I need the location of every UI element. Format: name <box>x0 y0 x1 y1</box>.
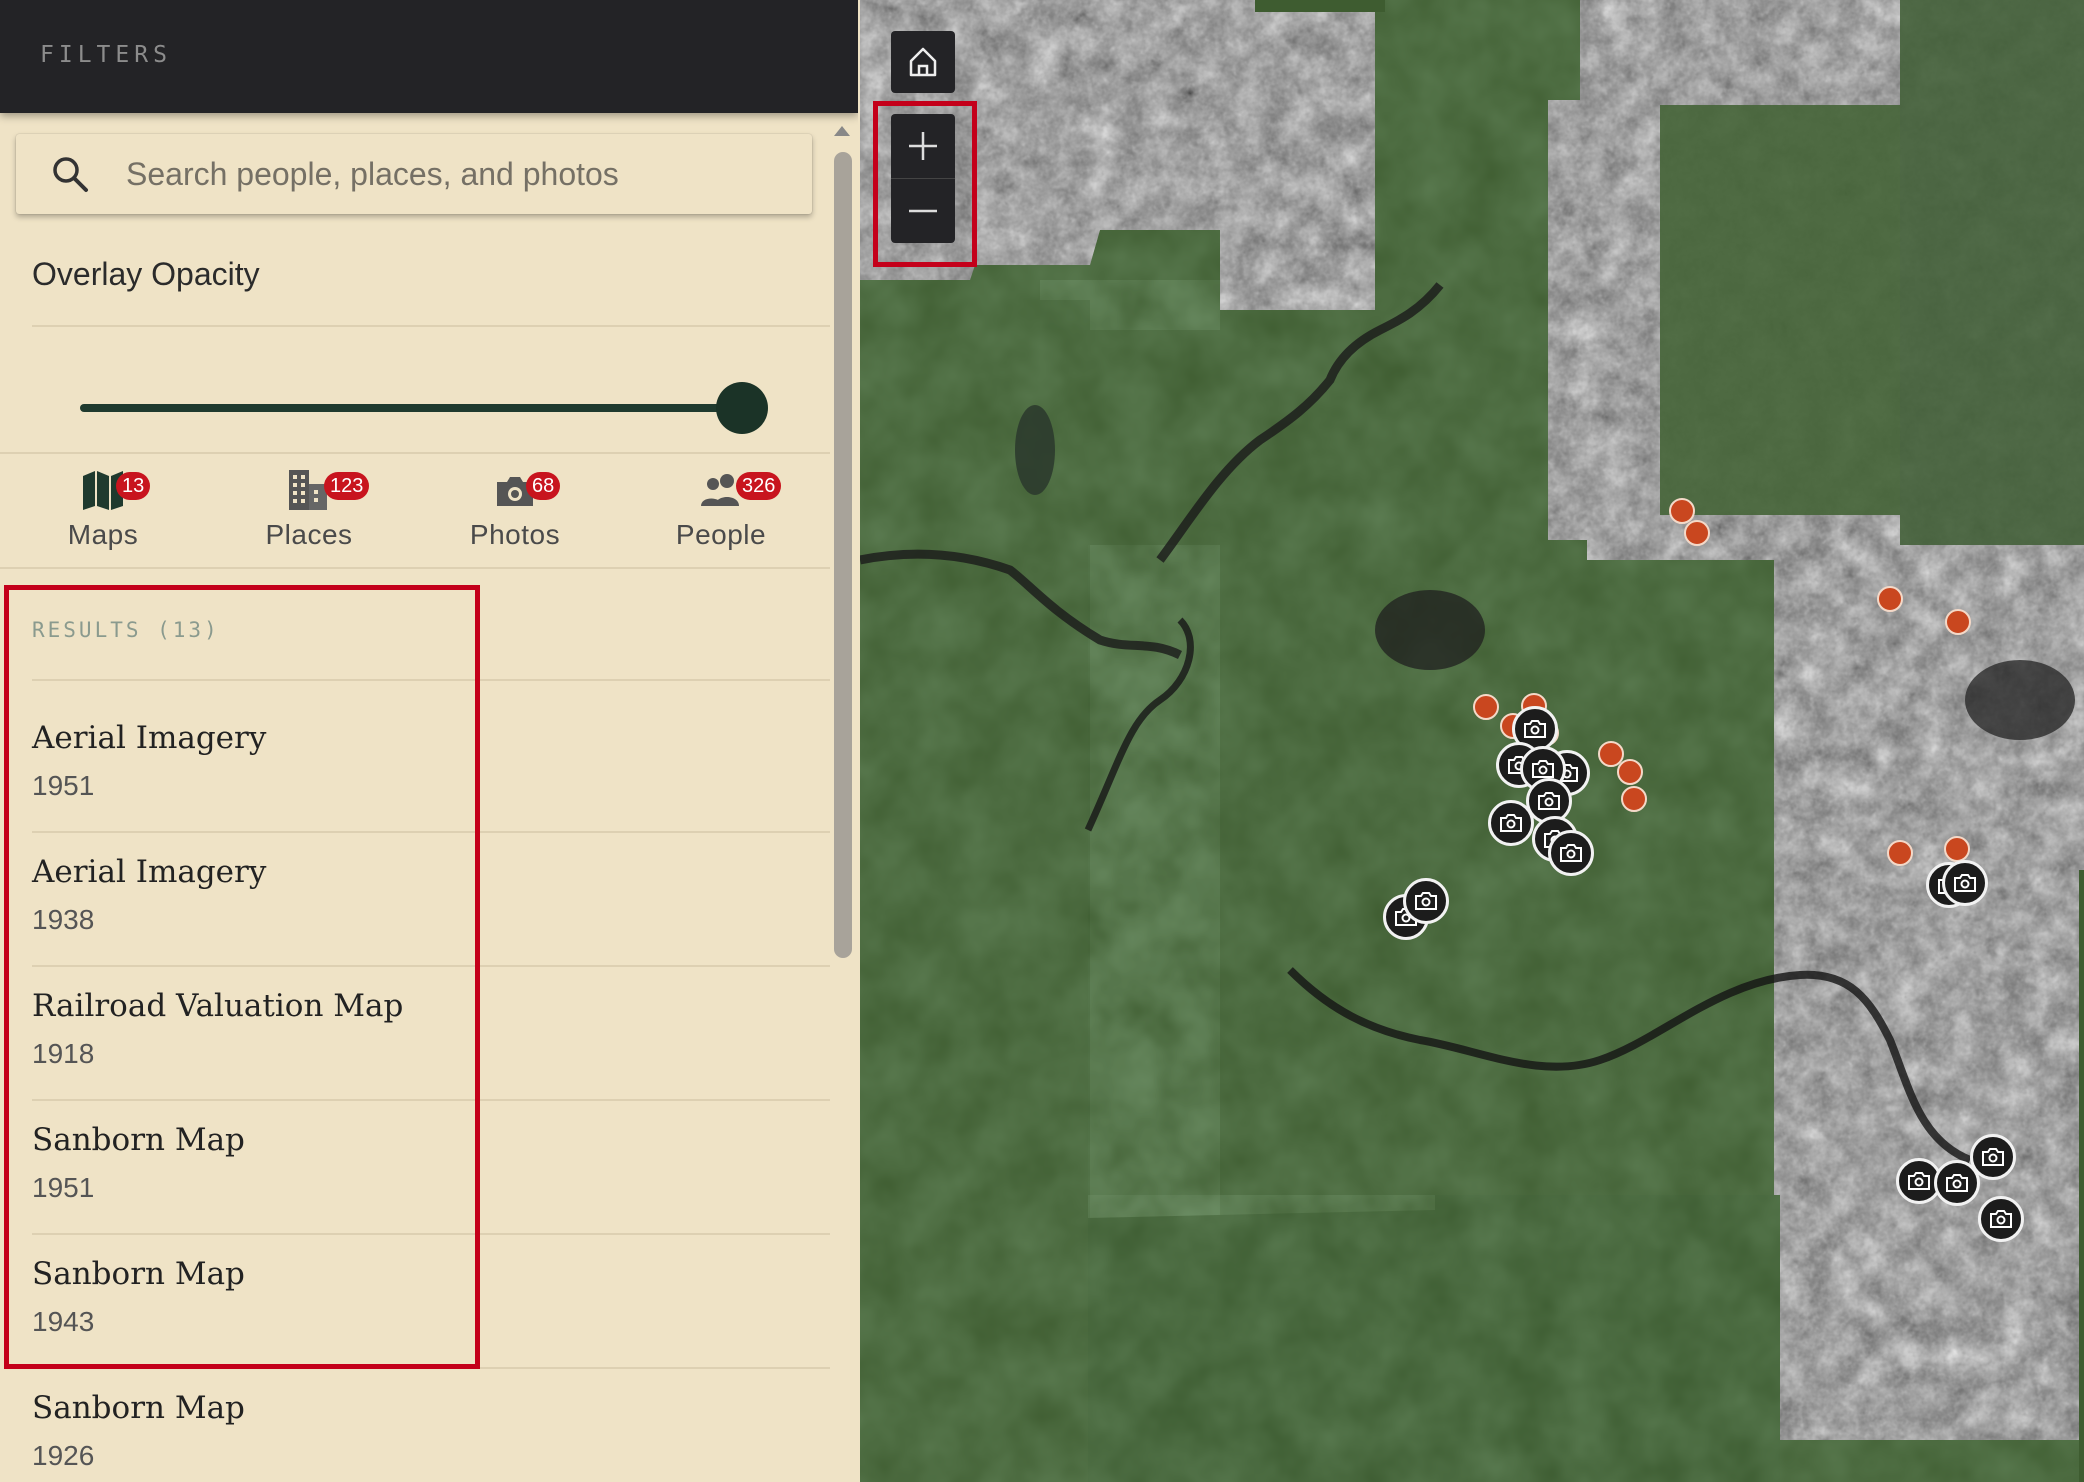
place-marker[interactable] <box>1621 786 1647 812</box>
tab-maps-label: Maps <box>67 519 139 550</box>
camera-icon <box>1524 720 1546 738</box>
photo-marker[interactable] <box>1934 1160 1980 1206</box>
sidebar-header: FILTERS <box>0 0 858 113</box>
photo-marker[interactable] <box>1403 878 1449 924</box>
camera-icon <box>1982 1148 2004 1166</box>
map-view[interactable] <box>860 0 2084 1482</box>
tab-photos-count: 68 <box>526 472 561 500</box>
search-box[interactable] <box>16 134 812 214</box>
camera-icon <box>1538 792 1560 810</box>
overlay-opacity-label: Overlay Opacity <box>32 256 260 292</box>
photo-marker[interactable] <box>1942 860 1988 906</box>
place-marker[interactable] <box>1473 694 1499 720</box>
map-imagery <box>860 0 2084 1482</box>
tab-places-label: Places <box>265 519 353 550</box>
tab-people[interactable]: 326 People <box>618 462 824 562</box>
result-year: 1926 <box>32 1440 95 1471</box>
results-highlight-box <box>4 585 480 1369</box>
place-marker[interactable] <box>1877 586 1903 612</box>
sidebar-title: FILTERS <box>40 42 172 68</box>
tab-places[interactable]: 123 Places <box>206 462 412 562</box>
tab-photos-label: Photos <box>469 519 561 550</box>
zoom-controls-highlight-box <box>873 101 977 267</box>
home-icon <box>909 47 937 77</box>
camera-icon <box>1560 844 1582 862</box>
camera-icon <box>1908 1172 1930 1190</box>
photo-marker[interactable] <box>1548 830 1594 876</box>
photo-marker[interactable] <box>1978 1196 2024 1242</box>
sidebar-scrollbar-thumb[interactable] <box>834 152 852 958</box>
home-button[interactable] <box>891 31 955 93</box>
tab-places-count: 123 <box>324 472 370 500</box>
place-marker[interactable] <box>1944 836 1970 862</box>
photo-marker[interactable] <box>1488 800 1534 846</box>
tab-maps[interactable]: 13 Maps <box>0 462 206 562</box>
divider <box>0 452 830 454</box>
divider <box>32 325 830 327</box>
result-title[interactable]: Sanborn Map <box>32 1390 245 1426</box>
place-marker[interactable] <box>1887 840 1913 866</box>
filters-sidebar: FILTERS Overlay Opacity 13 Maps <box>0 0 858 1482</box>
place-marker[interactable] <box>1945 609 1971 635</box>
search-input[interactable] <box>126 134 786 214</box>
tab-photos[interactable]: 68 Photos <box>412 462 618 562</box>
camera-icon <box>1946 1174 1968 1192</box>
camera-icon <box>1500 814 1522 832</box>
place-marker[interactable] <box>1684 520 1710 546</box>
tab-people-label: People <box>675 519 767 550</box>
tab-maps-count: 13 <box>116 472 151 500</box>
opacity-slider-track[interactable] <box>80 404 748 412</box>
camera-icon <box>1954 874 1976 892</box>
place-marker[interactable] <box>1617 759 1643 785</box>
camera-icon <box>1415 892 1437 910</box>
camera-icon <box>1532 760 1554 778</box>
scroll-up-arrow-icon[interactable] <box>830 120 854 142</box>
divider <box>0 567 830 569</box>
camera-icon <box>1990 1210 2012 1228</box>
tab-people-count: 326 <box>736 472 782 500</box>
search-icon <box>53 157 88 192</box>
opacity-slider-thumb[interactable] <box>716 382 768 434</box>
